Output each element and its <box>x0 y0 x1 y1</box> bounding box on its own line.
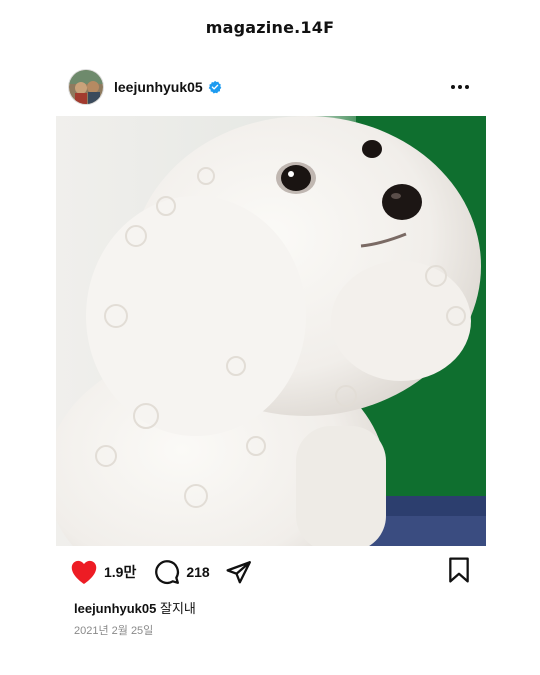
like-count: 1.9만 <box>104 564 137 580</box>
like-button[interactable]: 1.9만 <box>70 559 136 585</box>
bookmark-icon <box>449 556 469 583</box>
post-date: 2021년 2월 25일 <box>74 625 154 637</box>
caption-text: 잘지내 <box>160 601 196 616</box>
caption-username[interactable]: leejunhyuk05 <box>74 601 156 616</box>
avatar[interactable] <box>68 69 104 105</box>
post-actions: 1.9만 218 <box>70 556 470 588</box>
post-photo[interactable] <box>56 116 486 546</box>
comment-button[interactable]: 218 <box>154 559 210 585</box>
heart-icon <box>71 560 97 584</box>
post-header: leejunhyuk05 <box>68 68 472 106</box>
share-icon <box>226 561 251 584</box>
post-caption: leejunhyuk05 잘지내 <box>74 598 196 617</box>
share-button[interactable] <box>226 560 252 584</box>
post-username[interactable]: leejunhyuk05 <box>114 79 203 95</box>
brand-title: magazine.14F <box>205 18 335 37</box>
comment-icon <box>155 560 180 585</box>
bookmark-button[interactable] <box>448 556 470 588</box>
comment-count: 218 <box>186 564 210 580</box>
verified-badge-icon <box>208 80 222 94</box>
more-options-icon[interactable] <box>448 75 472 99</box>
